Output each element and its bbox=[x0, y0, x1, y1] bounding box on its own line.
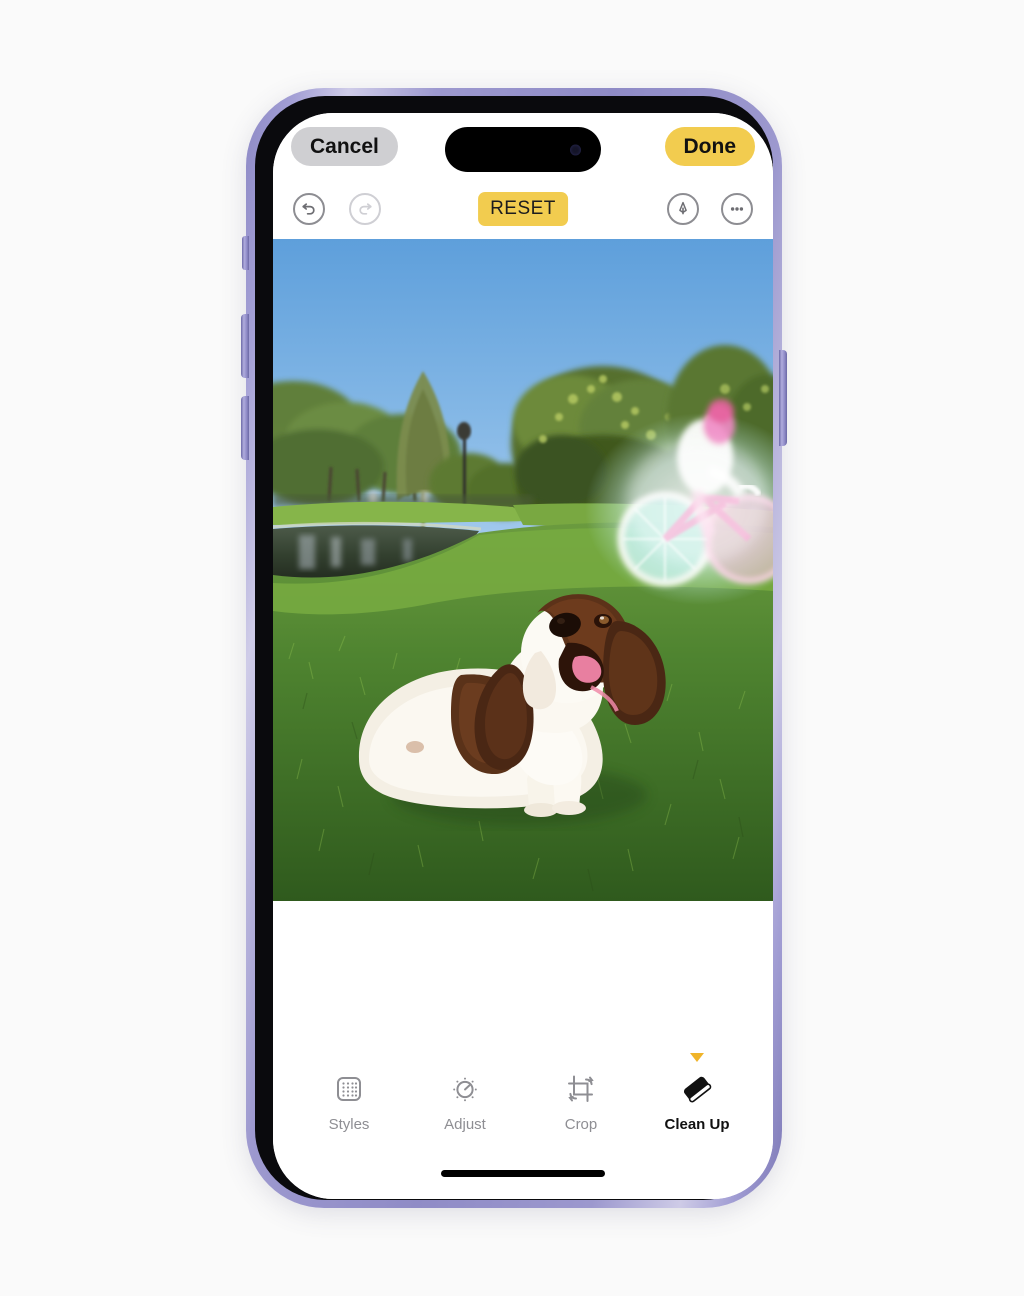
editor-lower-panel: Styles Adjust Crop Clean Up bbox=[273, 901, 773, 1199]
tool-crop[interactable]: Crop bbox=[544, 1053, 618, 1133]
tool-label: Adjust bbox=[444, 1116, 486, 1133]
crop-rotate-icon bbox=[566, 1069, 596, 1109]
photo-canvas[interactable] bbox=[273, 239, 773, 901]
editor-tool-row: RESET bbox=[273, 179, 773, 239]
edit-mode-toolbar: Styles Adjust Crop Clean Up bbox=[273, 1053, 773, 1133]
top-right-tools bbox=[667, 193, 753, 225]
reset-button[interactable]: RESET bbox=[478, 192, 568, 226]
done-button[interactable]: Done bbox=[664, 126, 755, 166]
cancel-button[interactable]: Cancel bbox=[291, 126, 398, 166]
tool-adjust[interactable]: Adjust bbox=[428, 1053, 502, 1133]
styles-grid-icon bbox=[334, 1069, 364, 1109]
tool-label: Clean Up bbox=[664, 1116, 730, 1133]
adjust-dial-icon bbox=[450, 1069, 480, 1109]
volume-down-button[interactable] bbox=[241, 396, 249, 460]
dynamic-island bbox=[445, 127, 601, 172]
undo-icon[interactable] bbox=[293, 193, 325, 225]
eraser-icon bbox=[680, 1069, 714, 1109]
tool-label: Crop bbox=[564, 1116, 598, 1133]
device-bezel: Cancel Done RESET Styles Adjust Crop Cle… bbox=[255, 96, 773, 1200]
volume-up-button[interactable] bbox=[241, 314, 249, 378]
front-camera-icon bbox=[570, 144, 581, 155]
action-button[interactable] bbox=[242, 236, 249, 270]
more-options-icon[interactable] bbox=[721, 193, 753, 225]
device-screen: Cancel Done RESET Styles Adjust Crop Cle… bbox=[273, 113, 773, 1199]
screenshot-stage: Cancel Done RESET Styles Adjust Crop Cle… bbox=[0, 0, 1024, 1296]
tool-clean-up[interactable]: Clean Up bbox=[660, 1053, 734, 1133]
editor-top-bar: Cancel Done bbox=[273, 113, 773, 179]
power-button[interactable] bbox=[779, 350, 787, 446]
redo-icon[interactable] bbox=[349, 193, 381, 225]
tool-label: Styles bbox=[328, 1116, 370, 1133]
markup-pen-icon[interactable] bbox=[667, 193, 699, 225]
iphone-device-frame: Cancel Done RESET Styles Adjust Crop Cle… bbox=[241, 88, 787, 1208]
active-tool-caret-icon bbox=[690, 1053, 704, 1062]
home-indicator[interactable] bbox=[441, 1170, 605, 1177]
photo-image bbox=[273, 239, 773, 901]
tool-styles[interactable]: Styles bbox=[312, 1053, 386, 1133]
